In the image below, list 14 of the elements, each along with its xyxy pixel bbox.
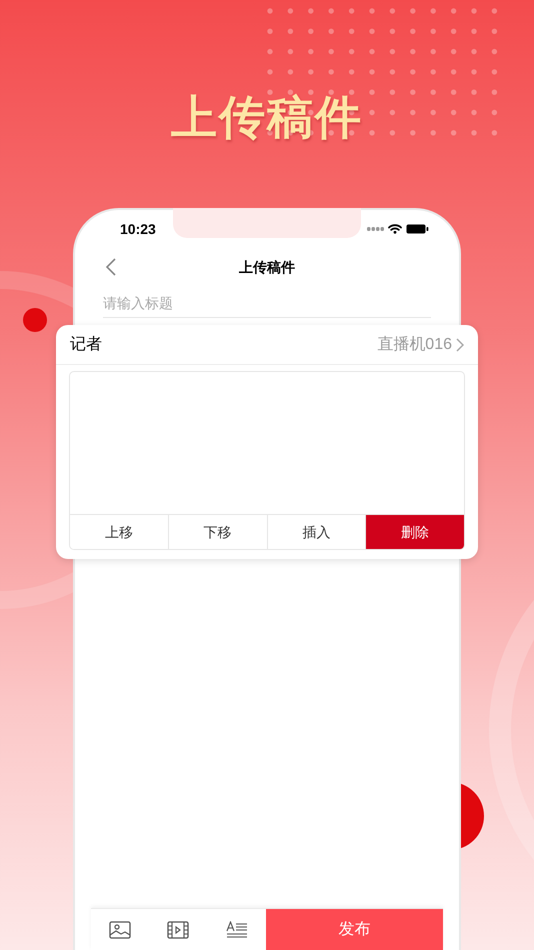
text-format-icon[interactable]: [226, 920, 248, 938]
status-time: 10:23: [120, 220, 156, 238]
page-title: 上传稿件: [239, 258, 295, 276]
chevron-icon: [456, 338, 464, 352]
title-field[interactable]: 请输入标题: [103, 288, 431, 318]
reporter-label: 记者: [70, 334, 102, 354]
video-icon[interactable]: [167, 920, 190, 938]
back-icon[interactable]: [105, 257, 117, 277]
action-button[interactable]: 删除: [365, 515, 464, 549]
image-icon[interactable]: [109, 920, 132, 938]
signal-icon: [367, 227, 384, 231]
headline: 上传稿件: [171, 90, 363, 145]
battery-icon: [406, 224, 429, 234]
wifi-icon: [388, 224, 402, 234]
